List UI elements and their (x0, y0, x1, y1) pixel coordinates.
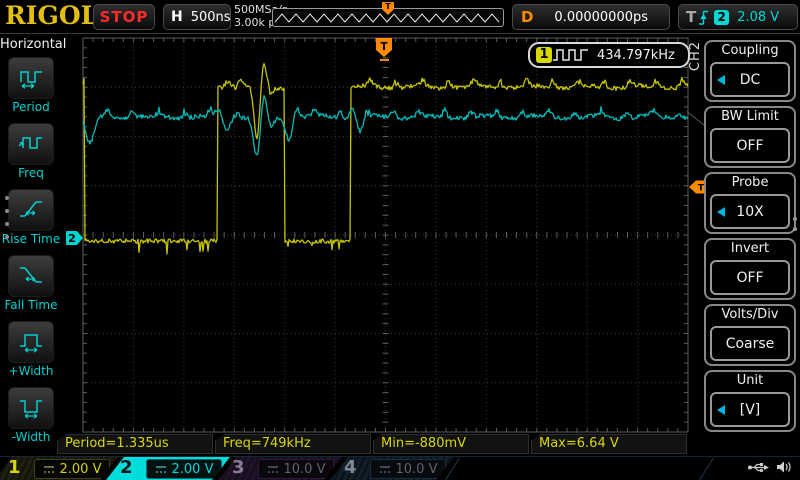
page-indicator-dot (5, 196, 9, 200)
menu-item-probe[interactable]: Probe 10X (704, 172, 796, 234)
svg-text:2: 2 (68, 232, 76, 245)
run-state-label: STOP (100, 8, 149, 26)
horizontal-timebase-button[interactable]: H 500ns (163, 4, 231, 30)
channel-4-status[interactable]: 4 10.0 V (330, 457, 454, 480)
pos-width-icon (18, 330, 44, 354)
top-status-bar: RIGOL STOP H 500ns 500MSa/s 3.00k pts T … (0, 0, 800, 34)
neg-width-icon (18, 396, 44, 420)
channel-status-bar: 1 2.00 V 2 2.00 V 3 10.0 V 4 10.0 V (0, 456, 800, 480)
counter-frequency-value: 434.797kHz (597, 48, 675, 63)
measurement-max[interactable]: Max=6.64 V (531, 434, 687, 454)
measurement-period[interactable]: Period=1.335us (57, 434, 213, 454)
left-menu-pos-width[interactable]: +Width (0, 321, 62, 378)
page-indicator-dot (5, 209, 9, 213)
menu-item-invert[interactable]: Invert OFF (704, 238, 796, 300)
bar-divider (699, 458, 714, 480)
usb-icon (747, 461, 769, 474)
left-menu-title: Horizontal (0, 37, 62, 52)
delay-value: 0.00000000ps (554, 10, 648, 25)
trigger-source-badge: 2 (714, 10, 729, 25)
page-indicator-dot (793, 217, 797, 221)
trigger-readout[interactable]: T 2 2.08 V (678, 4, 798, 30)
dc-coupling-icon (155, 465, 167, 474)
left-menu-rise-time[interactable]: Rise Time (0, 189, 62, 246)
square-wave-icon (552, 48, 590, 62)
counter-source-badge: 1 (536, 47, 552, 63)
menu-item-coupling[interactable]: Coupling DC (704, 40, 796, 102)
dc-coupling-icon (267, 465, 279, 474)
left-menu: Horizontal Period Freq Rise Time (0, 33, 62, 455)
left-menu-period[interactable]: Period (0, 57, 62, 114)
menu-item-bw-limit[interactable]: BW Limit OFF (704, 106, 796, 168)
page-indicator-dot (793, 227, 797, 231)
sound-icon (776, 460, 792, 474)
channel-1-status[interactable]: 1 2.00 V (0, 457, 118, 480)
menu-item-volts-div[interactable]: Volts/Div Coarse (704, 304, 796, 366)
period-icon (18, 66, 44, 90)
left-arrow-icon (717, 405, 725, 415)
measurement-bar: Period=1.335us Freq=749kHz Min=-880mV Ma… (0, 433, 800, 455)
freq-icon (18, 132, 44, 156)
scope-display: T 2 T (0, 0, 800, 480)
menu-item-unit[interactable]: Unit [V] (704, 370, 796, 432)
timebase-value: 500ns (191, 10, 231, 25)
right-menu: CH2 Coupling DC BW Limit OFF Probe 10X I… (684, 33, 800, 455)
rise-time-icon (18, 198, 44, 222)
rigol-logo: RIGOL (5, 1, 98, 30)
page-indicator-dot (5, 222, 9, 226)
dc-coupling-icon (379, 465, 391, 474)
left-arrow-icon (717, 207, 725, 217)
trigger-level-value: 2.08 V (737, 10, 779, 25)
channel-3-status[interactable]: 3 10.0 V (218, 457, 342, 480)
channel-2-status[interactable]: 2 2.00 V (106, 457, 230, 480)
rising-edge-icon (696, 9, 709, 26)
trigger-prefix: T (686, 8, 696, 26)
delay-prefix: D (521, 8, 533, 26)
left-menu-freq[interactable]: Freq (0, 123, 62, 180)
waveform-preview[interactable]: T (272, 8, 504, 27)
hardware-frequency-counter: 1 434.797kHz (528, 42, 690, 68)
left-arrow-icon (717, 75, 725, 85)
delay-readout[interactable]: D 0.00000000ps (512, 4, 670, 30)
horizontal-prefix: H (171, 9, 183, 25)
left-menu-fall-time[interactable]: Fall Time (0, 255, 62, 312)
run-state-indicator: STOP (93, 4, 155, 30)
page-indicator-dot (5, 235, 9, 239)
fall-time-icon (18, 264, 44, 288)
measurement-min[interactable]: Min=-880mV (373, 434, 529, 454)
oscilloscope-screen: T 2 T RIGOL STOP H 500ns 500MSa/s 3.00k pt… (0, 0, 800, 480)
svg-text:T: T (380, 40, 388, 53)
dc-coupling-icon (43, 465, 55, 474)
measurement-freq[interactable]: Freq=749kHz (215, 434, 371, 454)
menu-channel-label: CH2 (688, 41, 703, 71)
